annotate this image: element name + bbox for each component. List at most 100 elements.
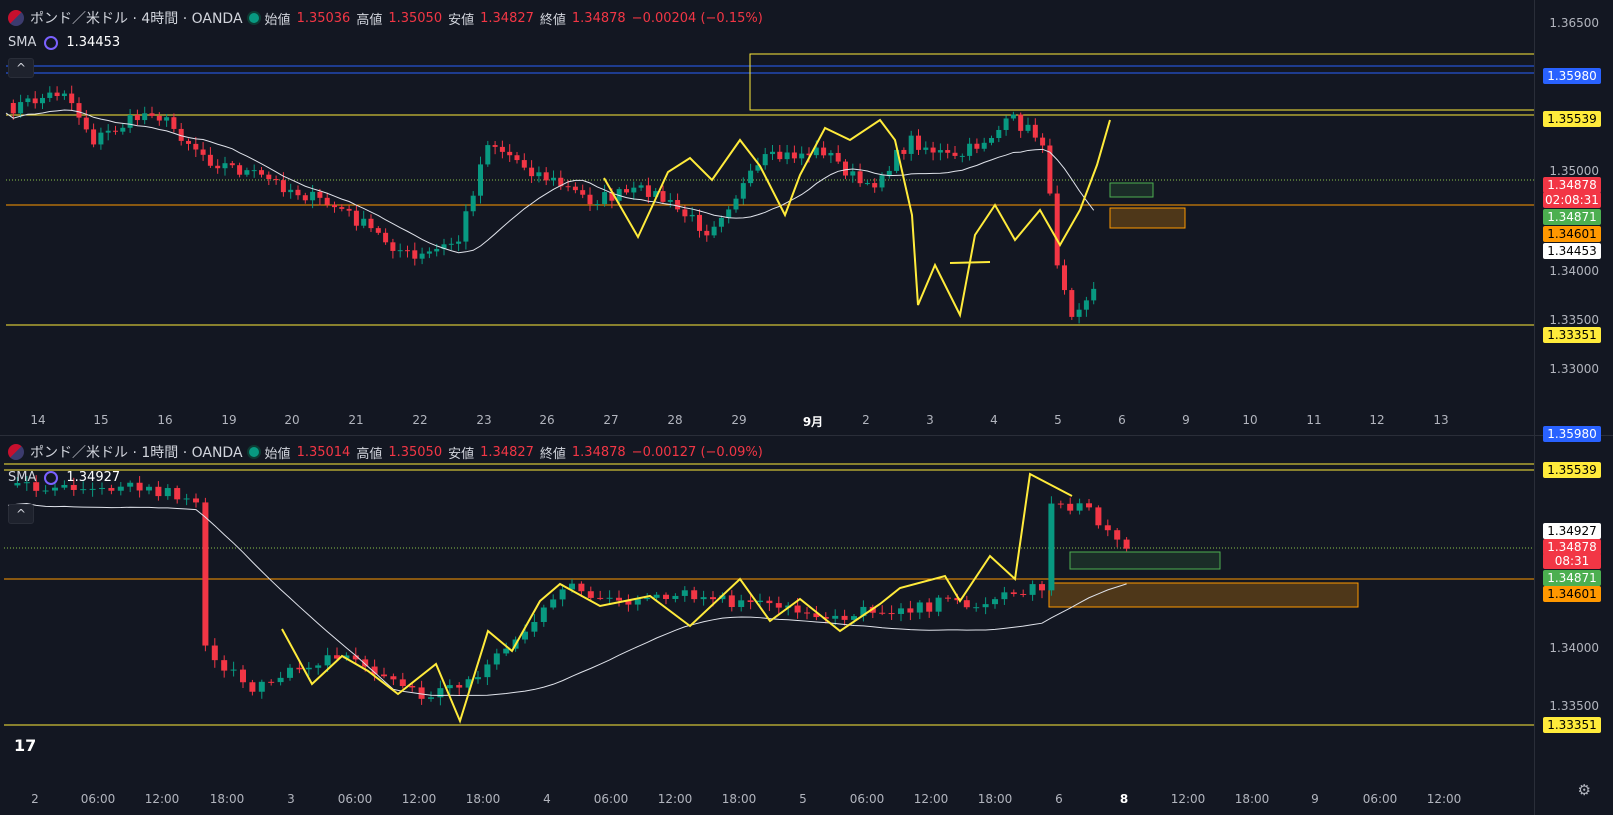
candle-body — [428, 697, 434, 699]
candle-body — [821, 147, 827, 156]
candle-body — [463, 211, 469, 242]
time-tick-label: 27 — [603, 413, 619, 427]
symbol-title[interactable]: ポンド／米ドル · 1時間 · OANDA — [30, 442, 243, 462]
price-scale-1h[interactable]: 1.34000 1.33500 1.35980 1.35539 1.34927 … — [1534, 426, 1613, 815]
time-tick-label: 5 — [1054, 413, 1062, 427]
candle-body — [981, 142, 987, 149]
candle-body — [784, 152, 790, 160]
candle-body — [361, 218, 367, 226]
candle-body — [1010, 592, 1017, 594]
symbol-title[interactable]: ポンド／米ドル · 4時間 · OANDA — [30, 8, 243, 28]
open-label: 始値 — [264, 446, 291, 462]
candle-body — [748, 170, 754, 184]
yellow-low-price-label: 1.33351 — [1543, 327, 1601, 343]
candle-body — [710, 597, 716, 600]
time-tick-label: 12:00 — [657, 792, 693, 806]
candle-body — [663, 594, 669, 599]
candle-body — [315, 665, 322, 668]
low-label: 安値 — [448, 12, 475, 28]
open-label: 始値 — [264, 12, 291, 28]
candle-body — [718, 217, 724, 227]
collapse-legend-button[interactable]: ^ — [8, 58, 34, 78]
time-axis-4h[interactable]: 14 15 16 19 20 21 22 23 26 27 28 29 9月 2 3 4 5 6 9 10 11 12 13 — [0, 413, 1535, 433]
candle-body — [32, 98, 38, 104]
time-tick-label: 12:00 — [144, 792, 180, 806]
candle-body — [80, 489, 87, 491]
orange-line-price-label: 1.34601 — [1543, 586, 1601, 602]
candle-body — [578, 583, 585, 592]
chart-pane-1h[interactable]: ポンド／米ドル · 1時間 · OANDA 始値 1.35014 高値 1.3505… — [0, 426, 1613, 815]
candle-body — [1091, 288, 1097, 301]
candle-body — [594, 204, 600, 206]
time-tick-label: 18:00 — [1234, 792, 1270, 806]
candle-body — [1076, 309, 1082, 317]
time-tick-label: 2 — [31, 792, 39, 806]
price-tick: 1.36500 — [1549, 16, 1599, 30]
candle-body — [689, 214, 695, 217]
candle-body — [136, 482, 143, 491]
green-zone — [1069, 551, 1221, 570]
bar-countdown-label: 08:31 — [1543, 553, 1601, 569]
candle-body — [634, 599, 641, 605]
time-tick-label: 9 — [1311, 792, 1319, 806]
candle-body — [280, 180, 286, 193]
tradingview-logo[interactable]: 17 — [14, 736, 36, 755]
chart-plot-1h[interactable] — [0, 436, 1535, 815]
chart-plot-4h[interactable] — [0, 0, 1535, 435]
time-tick-label: 9 — [1182, 413, 1190, 427]
low-value: 1.34827 — [480, 444, 534, 460]
candle-body — [1003, 118, 1009, 130]
candle-body — [171, 117, 177, 129]
symbol-legend[interactable]: ポンド／米ドル · 1時間 · OANDA 始値 1.35014 高値 1.3505… — [8, 442, 763, 462]
sma-settings-icon[interactable] — [44, 470, 59, 485]
close-label: 終値 — [539, 446, 566, 462]
candle-body — [728, 595, 735, 608]
candle-body — [631, 187, 637, 193]
candle-body — [390, 676, 397, 680]
candle-body — [937, 150, 943, 153]
price-scale-4h[interactable]: 1.36500 1.35000 1.34000 1.33500 1.33000 … — [1534, 0, 1613, 435]
candle-body — [324, 197, 330, 205]
time-tick-label: 23 — [476, 413, 492, 427]
candle-body — [952, 152, 958, 156]
candle-body — [296, 667, 303, 670]
sma-settings-icon[interactable] — [44, 35, 59, 50]
gear-icon[interactable]: ⚙ — [1578, 781, 1591, 799]
collapse-legend-button[interactable]: ^ — [8, 504, 34, 524]
time-axis-1h[interactable]: 2 06:00 12:00 18:00 3 06:00 12:00 18:00 4 06:00 12… — [0, 792, 1535, 812]
candle-body — [1083, 300, 1089, 310]
chart-pane-4h[interactable]: ポンド／米ドル · 4時間 · OANDA 始値 1.35036 高値 1.3505… — [0, 0, 1613, 436]
candle-body — [302, 195, 308, 201]
candle-body — [565, 186, 571, 188]
candle-body — [711, 226, 717, 236]
candle-body — [69, 93, 75, 104]
open-value: 1.35036 — [296, 10, 351, 26]
candle-body — [390, 242, 396, 251]
candle-body — [1032, 124, 1038, 138]
time-tick-label: 18:00 — [465, 792, 501, 806]
candle-body — [475, 677, 481, 680]
candle-body — [193, 143, 199, 150]
time-tick-label: 06:00 — [337, 792, 373, 806]
symbol-legend[interactable]: ポンド／米ドル · 4時間 · OANDA 始値 1.35036 高値 1.3505… — [8, 8, 763, 28]
yellow-low-price-label: 1.33351 — [1543, 717, 1601, 733]
candle-body — [1104, 525, 1111, 531]
candle-body — [127, 115, 133, 128]
price-tick: 1.35000 — [1549, 164, 1599, 178]
time-tick-label: 12:00 — [913, 792, 949, 806]
candle-body — [691, 590, 698, 600]
sma-legend[interactable]: SMA 1.34927 — [8, 470, 120, 485]
sma-legend[interactable]: SMA 1.34453 — [8, 35, 120, 50]
candle-body — [156, 115, 162, 121]
candle-body — [804, 612, 810, 614]
candle-body — [499, 146, 505, 152]
candle-body — [704, 230, 710, 236]
candle-body — [738, 600, 745, 608]
candle-body — [945, 597, 951, 599]
candle-body — [353, 210, 359, 226]
candle-body — [543, 172, 549, 181]
candle-body — [967, 143, 973, 156]
candle-body — [864, 183, 870, 185]
close-label: 終値 — [539, 12, 566, 28]
candle-body — [963, 600, 970, 608]
